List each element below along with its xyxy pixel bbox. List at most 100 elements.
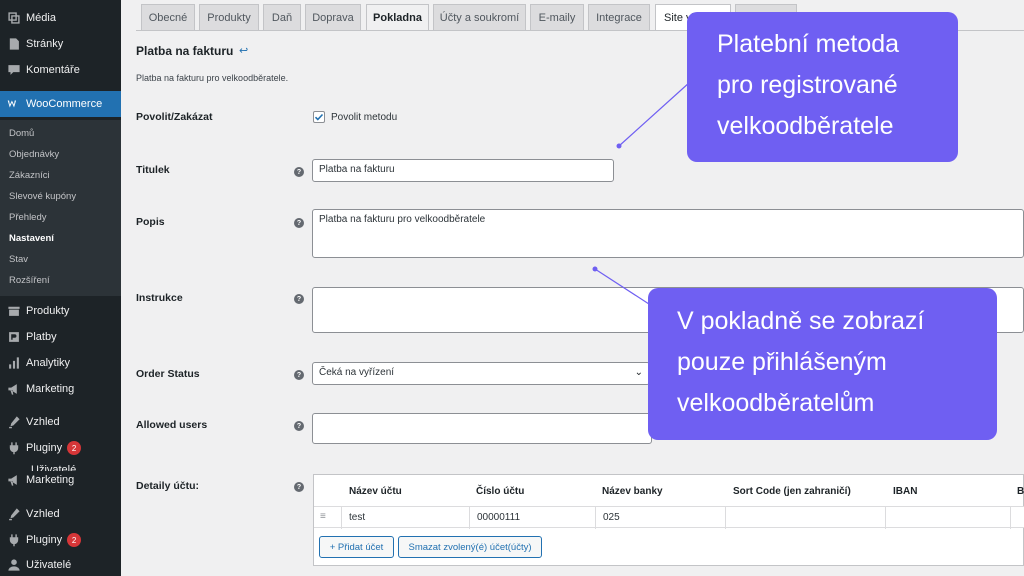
menu-item-marketing[interactable]: Marketing <box>0 376 121 402</box>
callout-line: V pokladně se zobrazí <box>677 307 925 335</box>
woocommerce-icon <box>0 97 26 111</box>
table-row[interactable]: ≡ test 00000111 025 <box>314 506 1024 529</box>
account-name-cell[interactable]: test <box>341 507 469 529</box>
comments-icon <box>0 63 26 77</box>
help-icon[interactable]: ? <box>294 370 304 380</box>
checkmark-icon <box>314 113 324 121</box>
enable-checkbox[interactable] <box>313 111 325 123</box>
page-title: Platba na fakturu <box>136 44 234 58</box>
menu-item-label: Platby <box>26 331 57 343</box>
plugins-icon <box>0 533 26 547</box>
users-icon <box>0 558 26 572</box>
account-number-cell[interactable]: 00000111 <box>469 507 595 529</box>
tab-general[interactable]: Obecné <box>141 4 195 30</box>
remove-account-button[interactable]: Smazat zvolený(é) účet(účty) <box>398 536 542 558</box>
callout-line: Platební metoda <box>717 30 900 58</box>
submenu-item[interactable]: Rozšíření <box>9 275 50 286</box>
menu-item-label: Vzhled <box>26 508 60 520</box>
allowed-users-label: Allowed users <box>136 419 208 431</box>
callout-checkout-visibility: V pokladně se zobrazí pouze přihlášeným … <box>648 288 997 440</box>
tab-shipping[interactable]: Doprava <box>305 4 361 30</box>
menu-item-label: Marketing <box>26 474 75 486</box>
menu-item-plugins[interactable]: Pluginy 2 <box>0 527 121 553</box>
callout-line: pro registrované <box>717 71 898 99</box>
products-icon <box>0 304 26 318</box>
update-count-badge: 2 <box>67 441 82 455</box>
menu-item-users-clipped: Uživatelé <box>31 464 77 471</box>
menu-item-label: Uživatelé <box>26 559 72 571</box>
menu-item-products[interactable]: Produkty <box>0 298 121 324</box>
description-label: Popis <box>136 216 165 228</box>
order-status-select[interactable]: Čeká na vyřízení ⌄ <box>312 362 650 385</box>
sort-code-cell[interactable] <box>725 507 885 529</box>
tab-products[interactable]: Produkty <box>199 4 259 30</box>
menu-item-label: Pluginy <box>26 442 63 454</box>
title-input[interactable]: Platba na fakturu <box>312 159 614 182</box>
callout-line: velkoodběratelům <box>677 389 875 417</box>
submenu-item[interactable]: Slevové kupóny <box>9 191 76 202</box>
help-icon[interactable]: ? <box>294 421 304 431</box>
return-link-icon[interactable]: ↩ <box>239 44 248 57</box>
submenu-item[interactable]: Přehledy <box>9 212 47 223</box>
analytics-icon <box>0 356 26 370</box>
iban-cell[interactable] <box>885 507 1010 529</box>
menu-item-woocommerce[interactable]: WooCommerce <box>0 91 121 117</box>
chevron-down-icon: ⌄ <box>634 367 643 378</box>
description-textarea[interactable]: Platba na fakturu pro velkoodběratele <box>312 209 1024 258</box>
callout-line: pouze přihlášeným <box>677 348 887 376</box>
add-account-button[interactable]: + Přidat účet <box>319 536 394 558</box>
allowed-users-input[interactable] <box>312 413 652 444</box>
menu-item-appearance[interactable]: Vzhled <box>0 409 121 435</box>
menu-item-analytics[interactable]: Analytiky <box>0 350 121 376</box>
callout-line: velkoodběratele <box>717 112 894 140</box>
submenu-item[interactable]: Domů <box>9 128 34 139</box>
submenu-item[interactable]: Objednávky <box>9 149 59 160</box>
drag-handle-icon[interactable]: ≡ <box>320 511 326 522</box>
menu-item-label: Produkty <box>26 305 70 317</box>
tab-emails[interactable]: E-maily <box>530 4 584 30</box>
appearance-icon <box>0 507 26 521</box>
help-icon[interactable]: ? <box>294 167 304 177</box>
marketing-icon <box>0 382 26 396</box>
menu-item-label: WooCommerce <box>26 98 103 110</box>
menu-item-label: Média <box>26 12 56 24</box>
page-description: Platba na fakturu pro velkoodběratele. <box>136 73 289 83</box>
menu-item-comments[interactable]: Komentáře <box>0 57 121 83</box>
menu-item-pages[interactable]: Stránky <box>0 31 121 57</box>
media-icon <box>0 11 26 25</box>
menu-item-payments[interactable]: Platby <box>0 324 121 350</box>
tab-integration[interactable]: Integrace <box>588 4 650 30</box>
help-icon[interactable]: ? <box>294 482 304 492</box>
column-header: Číslo účtu <box>476 486 525 497</box>
update-count-badge: 2 <box>67 533 82 547</box>
tab-tax[interactable]: Daň <box>263 4 301 30</box>
column-header: Sort Code (jen zahraničí) <box>733 486 851 497</box>
menu-item-label: Pluginy <box>26 534 63 546</box>
submenu-item[interactable]: Zákazníci <box>9 170 50 181</box>
menu-item-media[interactable]: Média <box>0 5 121 31</box>
column-header: Název účtu <box>349 486 402 497</box>
help-icon[interactable]: ? <box>294 218 304 228</box>
menu-item-label: Stránky <box>26 38 64 50</box>
help-icon[interactable]: ? <box>294 294 304 304</box>
plugins-icon <box>0 441 26 455</box>
menu-item-appearance[interactable]: Vzhled <box>0 501 121 527</box>
column-header: Název banky <box>602 486 663 497</box>
tab-checkout[interactable]: Pokladna <box>366 4 429 31</box>
account-details-label: Detaily účtu: <box>136 480 200 492</box>
marketing-icon <box>0 473 26 487</box>
bank-name-cell[interactable]: 025 <box>595 507 725 529</box>
menu-item-users[interactable]: Uživatelé <box>0 552 121 576</box>
column-header: B <box>1017 486 1024 497</box>
submenu-item-current[interactable]: Nastavení <box>9 233 54 244</box>
menu-item-label: Vzhled <box>26 416 60 428</box>
submenu-item[interactable]: Stav <box>9 254 28 265</box>
menu-item-plugins[interactable]: Pluginy 2 <box>0 435 121 461</box>
menu-item-label: Komentáře <box>26 64 80 76</box>
tab-accounts-privacy[interactable]: Účty a soukromí <box>433 4 526 30</box>
bic-cell[interactable] <box>1010 507 1024 529</box>
appearance-icon <box>0 415 26 429</box>
enable-checkbox-label[interactable]: Povolit metodu <box>331 112 397 123</box>
payments-icon <box>0 330 26 344</box>
title-label: Titulek <box>136 164 170 176</box>
